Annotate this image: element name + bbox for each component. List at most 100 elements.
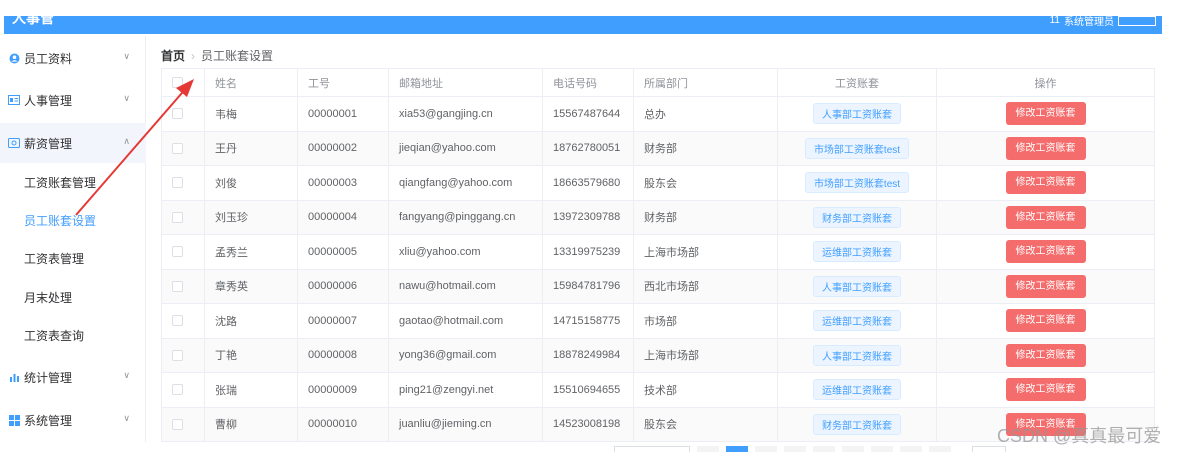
sidebar-item-system[interactable]: 系统管理 ∨ [0, 400, 146, 440]
chevron-down-icon: ∨ [123, 93, 130, 103]
page-button[interactable] [842, 446, 864, 452]
cell-id: 00000008 [297, 337, 389, 373]
cell-name: 曹柳 [204, 406, 298, 442]
salary-set-tag: 运维部工资账套 [813, 241, 901, 263]
edit-salary-set-button[interactable]: 修改工资账套 [1005, 240, 1086, 264]
page-button[interactable] [784, 446, 806, 452]
salary-set-tag: 市场部工资账套test [804, 137, 910, 159]
cell-salary-set: 运维部工资账套 [777, 303, 937, 339]
row-checkbox[interactable] [172, 315, 183, 327]
select-all-cell[interactable] [161, 68, 205, 97]
avatar[interactable] [1118, 15, 1156, 26]
page-button[interactable] [813, 446, 835, 452]
cell-name: 韦梅 [204, 96, 298, 132]
row-select-cell[interactable] [161, 303, 205, 339]
windows-icon [8, 414, 20, 426]
row-select-cell[interactable] [161, 234, 205, 270]
cell-name: 张瑞 [204, 372, 298, 408]
row-select-cell[interactable] [161, 96, 205, 132]
submenu-item-salary-sheet-manage[interactable]: 工资表管理 [0, 239, 146, 277]
edit-salary-set-button[interactable]: 修改工资账套 [1005, 136, 1086, 160]
cell-dept: 总办 [633, 96, 778, 132]
row-checkbox[interactable] [172, 384, 183, 396]
cell-salary-set: 市场部工资账套test [777, 130, 937, 166]
chevron-down-icon: ∨ [123, 51, 130, 61]
next-page-button[interactable] [929, 446, 951, 452]
page-button[interactable] [871, 446, 893, 452]
cell-email: juanliu@jieming.cn [388, 406, 543, 442]
breadcrumb-home[interactable]: 首页 [161, 47, 185, 64]
cell-dept: 上海市场部 [633, 337, 778, 373]
breadcrumb-current: 员工账套设置 [201, 49, 274, 63]
prev-page-button[interactable] [697, 446, 719, 452]
submenu-item-month-end[interactable]: 月末处理 [0, 278, 146, 316]
cell-dept: 股东会 [633, 165, 778, 201]
cell-phone: 15984781796 [542, 268, 634, 304]
row-select-cell[interactable] [161, 406, 205, 442]
row-select-cell[interactable] [161, 165, 205, 201]
cell-email: gaotao@hotmail.com [388, 303, 543, 339]
edit-salary-set-button[interactable]: 修改工资账套 [1005, 378, 1086, 402]
breadcrumb: 首页 › 员工账套设置 [161, 47, 273, 64]
edit-salary-set-button[interactable]: 修改工资账套 [1005, 171, 1086, 195]
cell-phone: 13319975239 [542, 234, 634, 270]
submenu-item-employee-salary-set[interactable]: 员工账套设置 [0, 201, 146, 239]
page-size-select[interactable] [614, 446, 690, 452]
cell-action: 修改工资账套 [936, 303, 1155, 339]
row-checkbox[interactable] [172, 349, 183, 361]
submenu-item-label: 员工账套设置 [24, 213, 97, 228]
cell-dept: 财务部 [633, 130, 778, 166]
sidebar-item-statistics[interactable]: 统计管理 ∨ [0, 357, 146, 397]
bar-chart-icon [8, 371, 20, 383]
sidebar-item-label: 统计管理 [24, 370, 73, 385]
row-checkbox[interactable] [172, 177, 183, 189]
sidebar: 员工资料 ∨ 人事管理 ∨ 薪资管理 ∧ 工资账套管理 员工账套设置 工资表管理… [0, 36, 146, 442]
cell-id: 00000006 [297, 268, 389, 304]
row-checkbox[interactable] [172, 108, 183, 120]
column-header-id: 工号 [297, 68, 389, 97]
row-select-cell[interactable] [161, 268, 205, 304]
sidebar-item-salary[interactable]: 薪资管理 ∧ [0, 123, 146, 163]
submenu-item-salary-sheet-query[interactable]: 工资表查询 [0, 316, 146, 354]
cell-action: 修改工资账套 [936, 268, 1155, 304]
row-checkbox[interactable] [172, 211, 183, 223]
edit-salary-set-button[interactable]: 修改工资账套 [1005, 309, 1086, 333]
row-select-cell[interactable] [161, 372, 205, 408]
select-all-checkbox[interactable] [172, 77, 183, 89]
sidebar-item-personnel[interactable]: 人事管理 ∨ [0, 80, 146, 120]
row-select-cell[interactable] [161, 337, 205, 373]
edit-salary-set-button[interactable]: 修改工资账套 [1005, 205, 1086, 229]
row-checkbox[interactable] [172, 418, 183, 430]
edit-salary-set-button[interactable]: 修改工资账套 [1005, 274, 1086, 298]
page-button-current[interactable] [726, 446, 748, 452]
submenu-item-salary-set-manage[interactable]: 工资账套管理 [0, 163, 146, 201]
cell-phone: 13972309788 [542, 199, 634, 235]
column-header-dept: 所属部门 [633, 68, 778, 97]
page-button[interactable] [900, 446, 922, 452]
wallet-icon [8, 137, 20, 149]
row-checkbox[interactable] [172, 142, 183, 154]
edit-salary-set-button[interactable]: 修改工资账套 [1005, 102, 1086, 126]
cell-salary-set: 运维部工资账套 [777, 372, 937, 408]
cell-salary-set: 财务部工资账套 [777, 406, 937, 442]
cell-phone: 18663579680 [542, 165, 634, 201]
table-header-row: 姓名 工号 邮箱地址 电话号码 所属部门 工资账套 操作 [161, 68, 1155, 97]
salary-set-tag: 人事部工资账套 [813, 344, 901, 366]
cell-phone: 14715158775 [542, 303, 634, 339]
cell-id: 00000003 [297, 165, 389, 201]
page-button[interactable] [755, 446, 777, 452]
cell-phone: 18762780051 [542, 130, 634, 166]
cell-salary-set: 市场部工资账套test [777, 165, 937, 201]
row-checkbox[interactable] [172, 246, 183, 258]
row-select-cell[interactable] [161, 130, 205, 166]
cell-email: yong36@gmail.com [388, 337, 543, 373]
cell-action: 修改工资账套 [936, 96, 1155, 132]
cell-id: 00000010 [297, 406, 389, 442]
cell-action: 修改工资账套 [936, 199, 1155, 235]
column-header-salary-set: 工资账套 [777, 68, 937, 97]
row-checkbox[interactable] [172, 280, 183, 292]
sidebar-item-employee-info[interactable]: 员工资料 ∨ [0, 38, 146, 78]
row-select-cell[interactable] [161, 199, 205, 235]
user-menu[interactable]: 11 系统管理员 [1050, 13, 1156, 28]
edit-salary-set-button[interactable]: 修改工资账套 [1005, 343, 1086, 367]
